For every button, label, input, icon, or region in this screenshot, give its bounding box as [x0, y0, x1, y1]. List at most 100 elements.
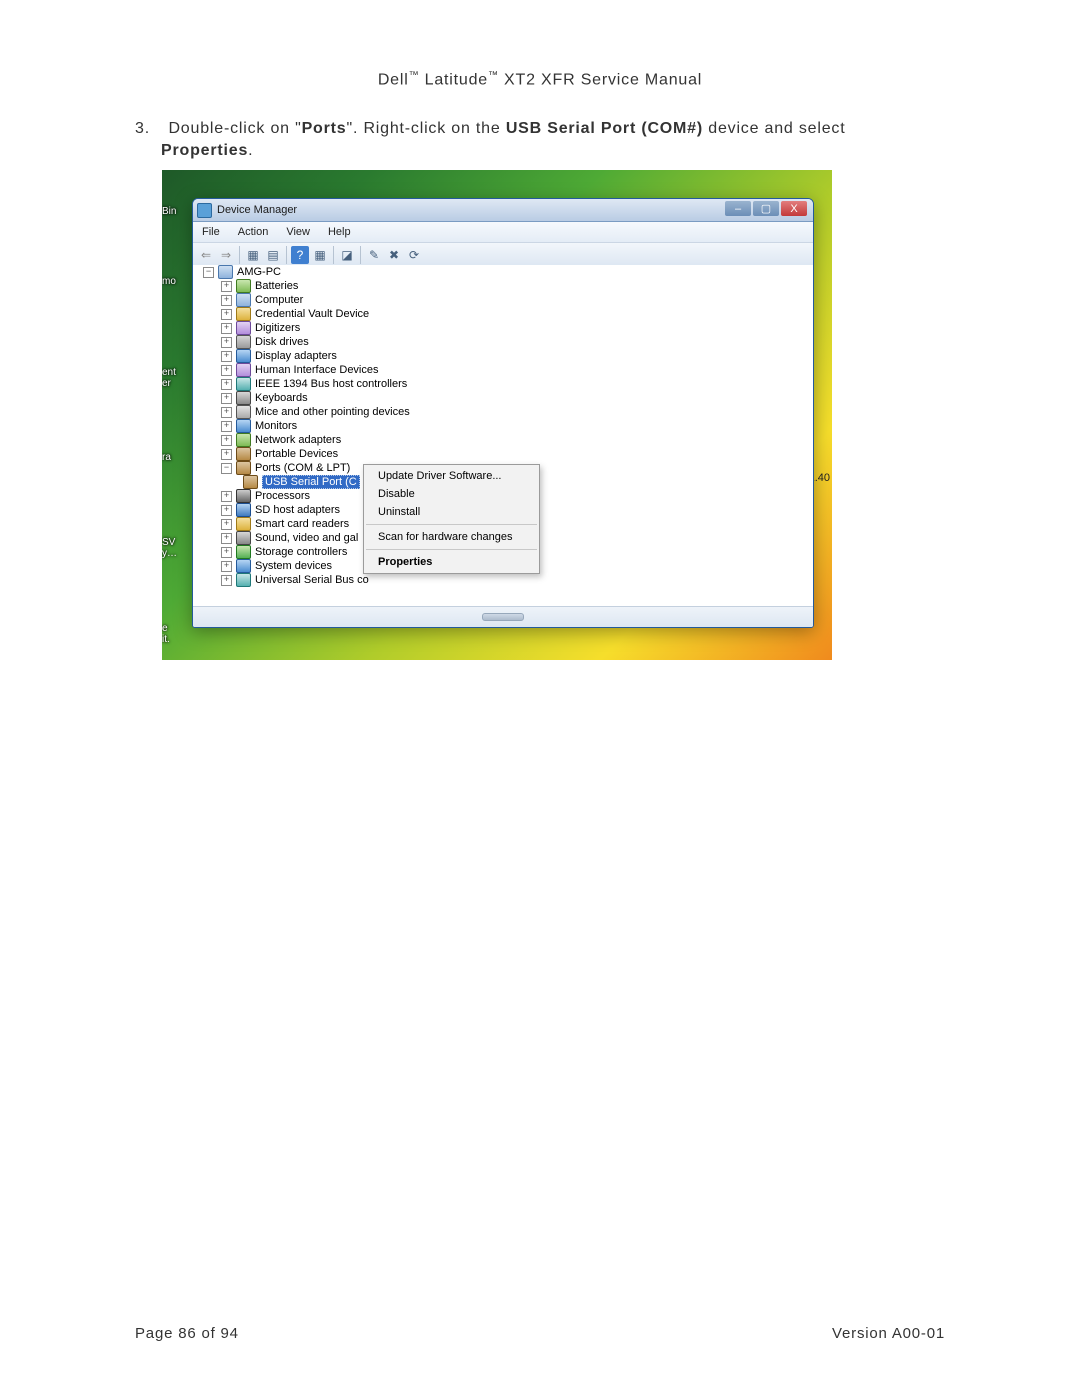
- window-title: Device Manager: [217, 204, 297, 216]
- expand-icon[interactable]: [221, 295, 232, 306]
- minimize-button[interactable]: –: [725, 201, 751, 216]
- toolbar-action-icon[interactable]: ▦: [311, 246, 329, 264]
- menu-view[interactable]: View: [277, 226, 319, 238]
- page-number: Page 86 of 94: [135, 1325, 239, 1342]
- tree-category[interactable]: Human Interface Devices: [193, 363, 813, 377]
- sound-icon: [236, 531, 251, 545]
- tree-category[interactable]: Disk drives: [193, 335, 813, 349]
- expand-icon[interactable]: [221, 449, 232, 460]
- desktop-label: it.: [162, 634, 170, 645]
- context-menu-item-disable[interactable]: Disable: [364, 485, 539, 503]
- expand-icon[interactable]: [221, 519, 232, 530]
- computer-icon: [236, 293, 251, 307]
- tree-category[interactable]: Monitors: [193, 419, 813, 433]
- trademark-2: ™: [488, 70, 499, 81]
- ieee1394-icon: [236, 377, 251, 391]
- expand-icon[interactable]: [221, 379, 232, 390]
- context-menu-item-uninstall[interactable]: Uninstall: [364, 503, 539, 521]
- collapse-icon[interactable]: [203, 267, 214, 278]
- properties-icon[interactable]: ◪: [338, 246, 356, 264]
- expand-icon[interactable]: [221, 491, 232, 502]
- tree-category[interactable]: Keyboards: [193, 391, 813, 405]
- portable-icon: [236, 447, 251, 461]
- disk-icon: [236, 335, 251, 349]
- expand-icon[interactable]: [221, 435, 232, 446]
- tree-category[interactable]: IEEE 1394 Bus host controllers: [193, 377, 813, 391]
- tree-root[interactable]: AMG-PC: [193, 265, 813, 279]
- title-suffix: XT2 XFR Service Manual: [499, 71, 702, 88]
- window-titlebar[interactable]: Device Manager – ▢ X: [193, 199, 813, 222]
- desktop-label: e: [162, 623, 168, 634]
- expand-icon[interactable]: [221, 393, 232, 404]
- maximize-button[interactable]: ▢: [753, 201, 779, 216]
- expand-icon[interactable]: [221, 309, 232, 320]
- back-button[interactable]: ⇐: [197, 246, 215, 264]
- expand-icon[interactable]: [221, 407, 232, 418]
- expand-icon[interactable]: [221, 561, 232, 572]
- selected-device-label: USB Serial Port (C: [262, 475, 360, 489]
- ports-icon: [236, 461, 251, 475]
- forward-button[interactable]: ⇒: [217, 246, 235, 264]
- expand-icon[interactable]: [221, 337, 232, 348]
- expand-icon[interactable]: [221, 351, 232, 362]
- context-menu-item-update[interactable]: Update Driver Software...: [364, 467, 539, 485]
- status-bar: [193, 606, 813, 627]
- expand-icon[interactable]: [221, 281, 232, 292]
- context-menu-separator: [366, 524, 537, 525]
- menu-help[interactable]: Help: [319, 226, 360, 238]
- battery-icon: [236, 279, 251, 293]
- close-button[interactable]: X: [781, 201, 807, 216]
- tree-category[interactable]: Universal Serial Bus co: [193, 573, 813, 587]
- tree-category[interactable]: Mice and other pointing devices: [193, 405, 813, 419]
- expand-icon[interactable]: [221, 533, 232, 544]
- toolbar-action-icon[interactable]: ▤: [264, 246, 282, 264]
- sd-icon: [236, 503, 251, 517]
- tree-category[interactable]: Digitizers: [193, 321, 813, 335]
- trademark-1: ™: [409, 70, 420, 81]
- step-text-b: ". Right-click on the: [346, 120, 505, 137]
- update-driver-icon[interactable]: ✎: [365, 246, 383, 264]
- toolbar-action-icon[interactable]: ▦: [244, 246, 262, 264]
- category-label: Digitizers: [255, 322, 300, 334]
- help-icon[interactable]: ?: [291, 246, 309, 264]
- context-menu-item-scan[interactable]: Scan for hardware changes: [364, 528, 539, 546]
- device-manager-icon: [197, 203, 212, 218]
- menu-file[interactable]: File: [193, 226, 229, 238]
- mouse-icon: [236, 405, 251, 419]
- tree-category[interactable]: Display adapters: [193, 349, 813, 363]
- processor-icon: [236, 489, 251, 503]
- expand-icon[interactable]: [221, 323, 232, 334]
- tree-category[interactable]: Credential Vault Device: [193, 307, 813, 321]
- resize-grip[interactable]: [482, 613, 524, 621]
- hid-icon: [236, 363, 251, 377]
- scan-hardware-icon[interactable]: ⟳: [405, 246, 423, 264]
- window-buttons: – ▢ X: [723, 201, 807, 216]
- expand-icon[interactable]: [221, 421, 232, 432]
- category-label: Storage controllers: [255, 546, 347, 558]
- category-label: Monitors: [255, 420, 297, 432]
- version-label: Version A00-01: [832, 1325, 945, 1342]
- context-menu-item-properties[interactable]: Properties: [364, 553, 539, 571]
- category-label: Credential Vault Device: [255, 308, 369, 320]
- tree-category[interactable]: Batteries: [193, 279, 813, 293]
- menu-action[interactable]: Action: [229, 226, 278, 238]
- storage-icon: [236, 545, 251, 559]
- collapse-icon[interactable]: [221, 463, 232, 474]
- expand-icon[interactable]: [221, 505, 232, 516]
- device-tree[interactable]: AMG-PC Batteries Computer Credential Vau…: [193, 265, 813, 605]
- page-header: Dell™ Latitude™ XT2 XFR Service Manual: [0, 70, 1080, 89]
- tree-category[interactable]: Computer: [193, 293, 813, 307]
- root-label: AMG-PC: [237, 266, 281, 278]
- smartcard-icon: [236, 517, 251, 531]
- desktop-label: ent: [162, 367, 176, 378]
- category-label: Smart card readers: [255, 518, 349, 530]
- toolbar-separator: [286, 246, 287, 264]
- category-label: Keyboards: [255, 392, 308, 404]
- expand-icon[interactable]: [221, 575, 232, 586]
- uninstall-icon[interactable]: ✖: [385, 246, 403, 264]
- expand-icon[interactable]: [221, 547, 232, 558]
- tree-category[interactable]: Network adapters: [193, 433, 813, 447]
- usb-icon: [236, 573, 251, 587]
- expand-icon[interactable]: [221, 365, 232, 376]
- tree-category[interactable]: Portable Devices: [193, 447, 813, 461]
